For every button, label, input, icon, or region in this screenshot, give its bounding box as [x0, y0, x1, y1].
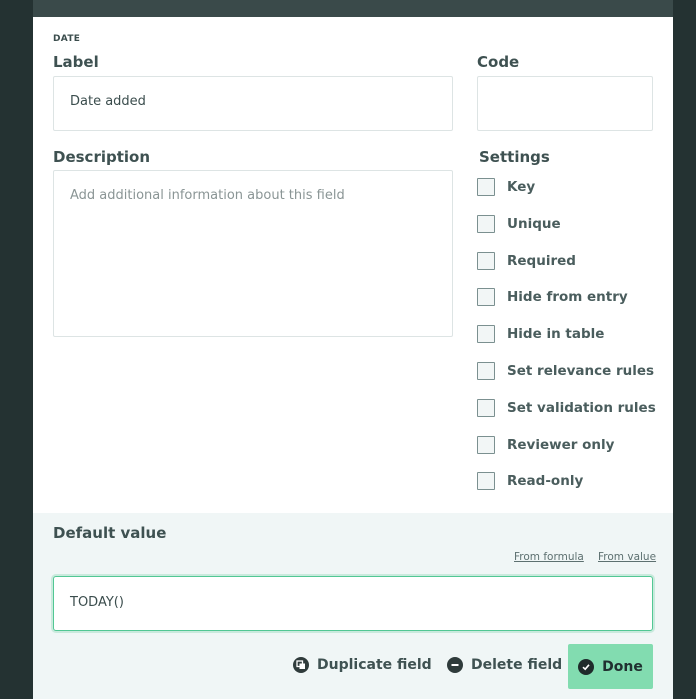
default-value-title: Default value: [53, 524, 167, 542]
setting-relevance-rules[interactable]: Set relevance rules: [477, 361, 677, 381]
code-title: Code: [477, 53, 520, 71]
delete-field-label: Delete field: [471, 657, 563, 673]
setting-validation-rules[interactable]: Set validation rules: [477, 398, 677, 418]
field-editor-panel: DATE Label Date added Code Description A…: [33, 17, 673, 699]
minus-circle-icon: [447, 657, 463, 673]
done-button[interactable]: Done: [568, 644, 653, 689]
checkbox[interactable]: [477, 472, 495, 490]
checkbox[interactable]: [477, 178, 495, 196]
setting-label: Reviewer only: [507, 437, 615, 453]
from-formula-link[interactable]: From formula: [514, 551, 584, 563]
description-textarea[interactable]: Add additional information about this fi…: [53, 170, 453, 337]
duplicate-field-label: Duplicate field: [317, 657, 432, 673]
setting-hide-in-table[interactable]: Hide in table: [477, 324, 677, 344]
setting-label: Set validation rules: [507, 400, 656, 416]
checkbox[interactable]: [477, 399, 495, 417]
setting-label: Unique: [507, 216, 561, 232]
settings-title: Settings: [479, 148, 550, 166]
checkbox[interactable]: [477, 436, 495, 454]
checkbox[interactable]: [477, 288, 495, 306]
top-bar: [33, 0, 673, 17]
setting-label: Hide in table: [507, 326, 605, 342]
duplicate-field-button[interactable]: Duplicate field: [293, 657, 432, 673]
default-value-input[interactable]: TODAY(): [53, 576, 653, 631]
delete-field-button[interactable]: Delete field: [447, 657, 562, 673]
label-input[interactable]: Date added: [53, 76, 453, 131]
setting-label: Required: [507, 253, 576, 269]
setting-label: Read-only: [507, 473, 584, 489]
label-title: Label: [53, 53, 99, 71]
setting-required[interactable]: Required: [477, 251, 677, 271]
duplicate-icon: [293, 657, 309, 673]
setting-unique[interactable]: Unique: [477, 214, 677, 234]
checkbox[interactable]: [477, 362, 495, 380]
setting-label: Set relevance rules: [507, 363, 655, 379]
checkbox[interactable]: [477, 325, 495, 343]
field-type-label: DATE: [53, 34, 81, 44]
setting-reviewer-only[interactable]: Reviewer only: [477, 435, 677, 455]
setting-label: Hide from entry: [507, 289, 628, 305]
setting-label: Key: [507, 179, 536, 195]
checkbox[interactable]: [477, 215, 495, 233]
checkbox[interactable]: [477, 252, 495, 270]
check-circle-icon: [578, 658, 595, 675]
done-label: Done: [602, 658, 643, 675]
setting-key[interactable]: Key: [477, 177, 677, 197]
setting-read-only[interactable]: Read-only: [477, 471, 677, 491]
description-title: Description: [53, 148, 151, 166]
from-value-link[interactable]: From value: [598, 551, 656, 563]
setting-hide-from-entry[interactable]: Hide from entry: [477, 287, 677, 307]
code-input[interactable]: [477, 76, 653, 131]
